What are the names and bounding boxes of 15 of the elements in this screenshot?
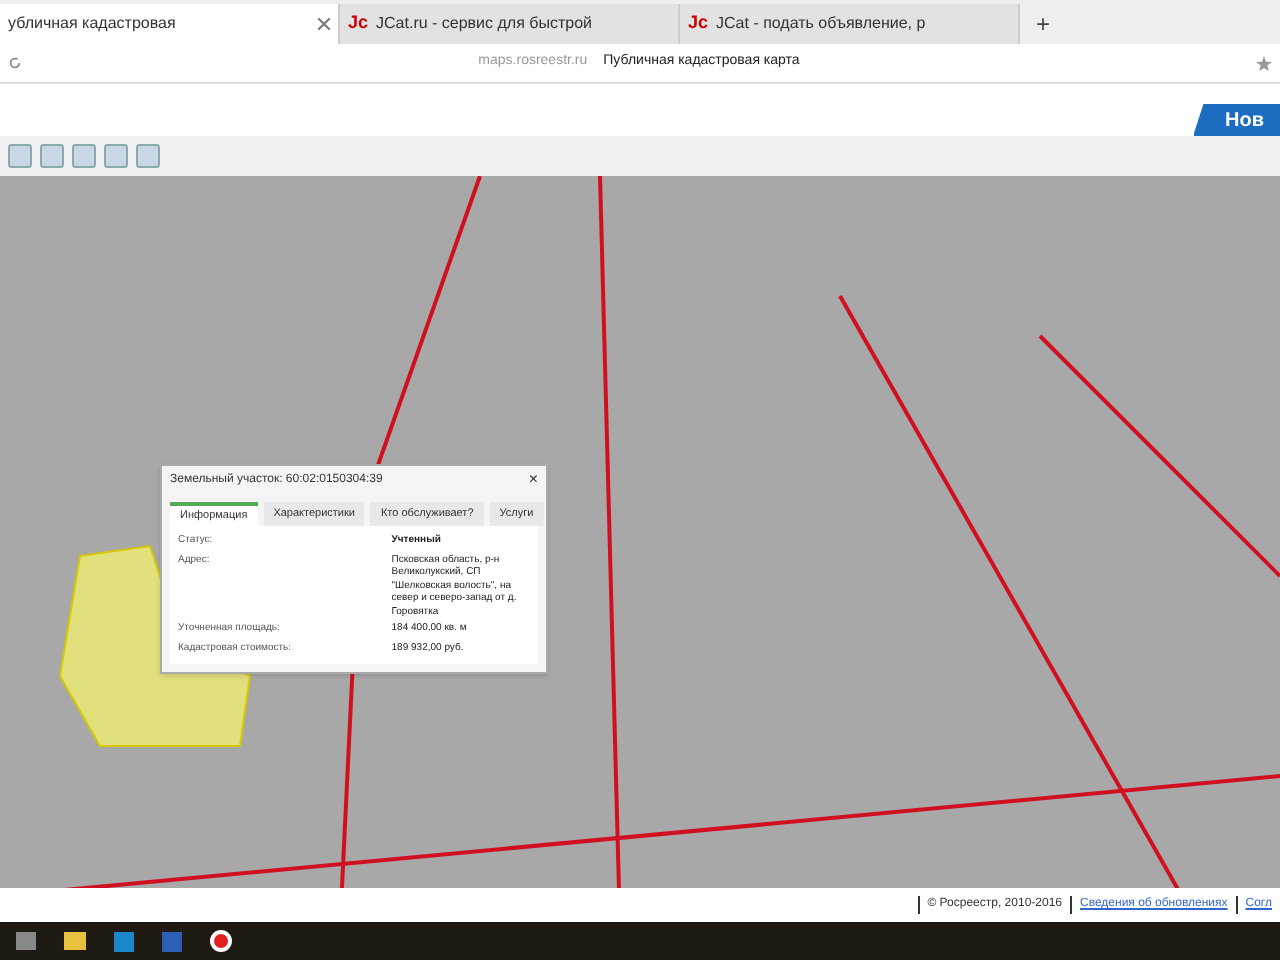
reload-icon[interactable] [8,56,22,70]
tab-title: JCat.ru - сервис для быстрой [376,12,595,36]
browser-tab[interactable]: Jc JCat - подать объявление, р [680,4,1020,44]
browser-tab[interactable]: убличная кадастровая [0,4,340,44]
new-tab-button[interactable]: + [1020,4,1067,44]
tab-title: убличная кадастровая [8,12,178,36]
browser-tab[interactable]: Jc JCat.ru - сервис для быстрой [340,4,680,44]
close-button[interactable]: × [528,472,538,488]
header-tab-button[interactable]: Нов [1193,104,1280,136]
browser-icon[interactable] [210,930,232,952]
close-icon[interactable] [318,18,330,30]
bookmark-star-icon[interactable] [1256,55,1272,71]
site-logo: Jc [688,10,709,37]
tab-title: JCat - подать объявление, р [716,12,928,36]
site-logo: Jc [348,10,369,37]
